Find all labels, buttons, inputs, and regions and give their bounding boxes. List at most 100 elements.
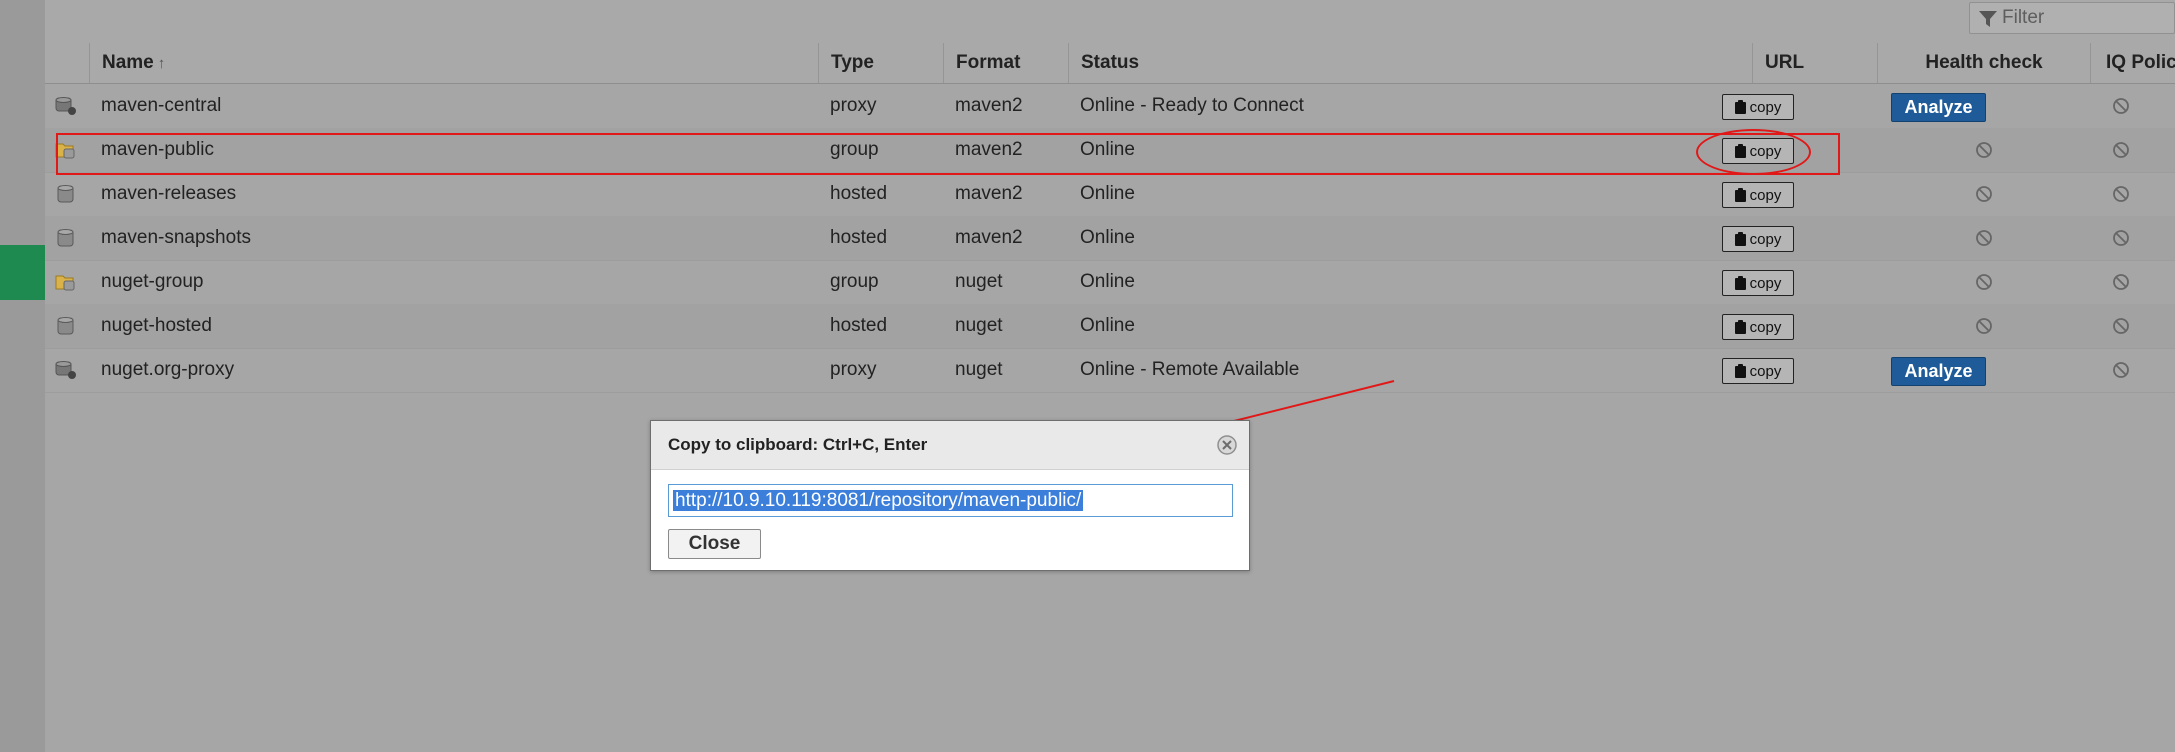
clipboard-icon [1734,100,1746,114]
not-available-icon [1976,318,1992,334]
copy-to-clipboard-dialog: Copy to clipboard: Ctrl+C, Enter http://… [650,420,1250,571]
column-header-type[interactable]: Type [818,43,943,83]
clipboard-icon [1734,364,1746,378]
repo-type: hosted [830,183,888,204]
not-available-icon [1976,186,1992,202]
repo-format: nuget [955,271,1003,292]
copy-url-button[interactable]: copy [1722,270,1794,296]
not-available-icon [2113,98,2129,114]
not-available-icon [2113,186,2129,202]
dialog-header: Copy to clipboard: Ctrl+C, Enter [651,421,1249,470]
table-row[interactable]: nuget-hosted hosted nuget Online copy [45,304,2175,349]
hosted-repo-icon [57,185,74,203]
table-row[interactable]: nuget.org-proxy proxy nuget Online - Rem… [45,348,2175,393]
analyze-button[interactable]: Analyze [1891,93,1986,122]
copy-url-button[interactable]: copy [1722,94,1794,120]
copy-url-button[interactable]: copy [1722,182,1794,208]
repo-format: maven2 [955,227,1023,248]
hosted-repo-icon [57,229,74,247]
repo-status: Online - Ready to Connect [1080,95,1304,116]
filter-input[interactable] [2002,3,2172,33]
copy-url-button[interactable]: copy [1722,138,1794,164]
url-field-selected-text: http://10.9.10.119:8081/repository/maven… [673,490,1084,511]
repo-format: maven2 [955,183,1023,204]
sort-ascending-icon: ↑ [157,55,166,72]
icon-column-header [45,43,89,83]
copy-url-button[interactable]: copy [1722,358,1794,384]
repo-name[interactable]: nuget-hosted [89,304,212,348]
copy-url-button[interactable]: copy [1722,314,1794,340]
table-row[interactable]: nuget-group group nuget Online copy [45,260,2175,305]
repo-format: maven2 [955,95,1023,116]
url-field[interactable]: http://10.9.10.119:8081/repository/maven… [668,484,1233,517]
repositories-panel: Name↑ Type Format Status URL Health chec… [45,0,2175,752]
clipboard-icon [1734,276,1746,290]
repo-format: nuget [955,359,1003,380]
not-available-icon [2113,142,2129,158]
repo-status: Online [1080,227,1135,248]
clipboard-icon [1734,232,1746,246]
repo-name[interactable]: maven-releases [89,172,236,216]
repo-format: nuget [955,315,1003,336]
toolbar [45,0,2175,44]
clipboard-icon [1734,144,1746,158]
repo-status: Online [1080,315,1135,336]
copy-button-label: copy [1749,230,1782,248]
group-repo-icon [55,143,75,159]
not-available-icon [2113,274,2129,290]
repo-format: maven2 [955,139,1023,160]
copy-button-label: copy [1749,274,1782,292]
grid-header: Name ↑ Type Format Status URL Health chec… [45,43,2175,84]
copy-button-label: copy [1749,362,1782,380]
table-row[interactable]: maven-central proxy maven2 Online - Read… [45,84,2175,129]
repo-type: group [830,139,879,160]
repo-name[interactable]: nuget.org-proxy [89,348,234,392]
repo-type: proxy [830,359,877,380]
column-header-iq-policy[interactable]: IQ Policy Vi... [2090,43,2175,83]
left-nav-active-indicator[interactable] [0,245,45,300]
proxy-repo-icon [55,97,76,115]
filter-box[interactable] [1969,2,2175,34]
repo-status: Online - Remote Available [1080,359,1300,380]
copy-button-label: copy [1749,318,1782,336]
repo-status: Online [1080,271,1135,292]
copy-button-label: copy [1749,186,1782,204]
filter-icon [1979,11,1997,27]
repo-name[interactable]: maven-snapshots [89,216,251,260]
proxy-repo-icon [55,361,76,379]
column-header-name[interactable]: Name ↑ [89,43,818,83]
repo-status: Online [1080,139,1135,160]
table-row[interactable]: maven-releases hosted maven2 Online copy [45,172,2175,217]
clipboard-icon [1734,188,1746,202]
not-available-icon [1976,142,1992,158]
repo-type: proxy [830,95,877,116]
not-available-icon [1976,230,1992,246]
not-available-icon [1976,274,1992,290]
copy-url-button[interactable]: copy [1722,226,1794,252]
repo-type: group [830,271,879,292]
repo-name[interactable]: maven-public [89,128,214,172]
analyze-button[interactable]: Analyze [1891,357,1986,386]
dialog-title: Copy to clipboard: Ctrl+C, Enter [668,435,928,454]
column-header-health-check[interactable]: Health check [1877,43,2090,83]
group-repo-icon [55,275,75,291]
left-nav-strip [0,0,45,752]
column-header-name-label: Name [102,52,154,73]
repo-type: hosted [830,227,888,248]
repo-name[interactable]: maven-central [89,84,221,128]
repo-name[interactable]: nuget-group [89,260,203,304]
copy-button-label: copy [1749,142,1782,160]
copy-button-label: copy [1749,98,1782,116]
repo-status: Online [1080,183,1135,204]
column-header-url[interactable]: URL [1752,43,1877,83]
repo-type: hosted [830,315,888,336]
close-icon[interactable] [1217,435,1237,455]
close-button[interactable]: Close [668,529,761,559]
not-available-icon [2113,362,2129,378]
not-available-icon [2113,318,2129,334]
column-header-format[interactable]: Format [943,43,1068,83]
table-row[interactable]: maven-snapshots hosted maven2 Online cop… [45,216,2175,261]
column-header-status[interactable]: Status [1068,43,1752,83]
table-row[interactable]: maven-public group maven2 Online copy [45,128,2175,173]
clipboard-icon [1734,320,1746,334]
